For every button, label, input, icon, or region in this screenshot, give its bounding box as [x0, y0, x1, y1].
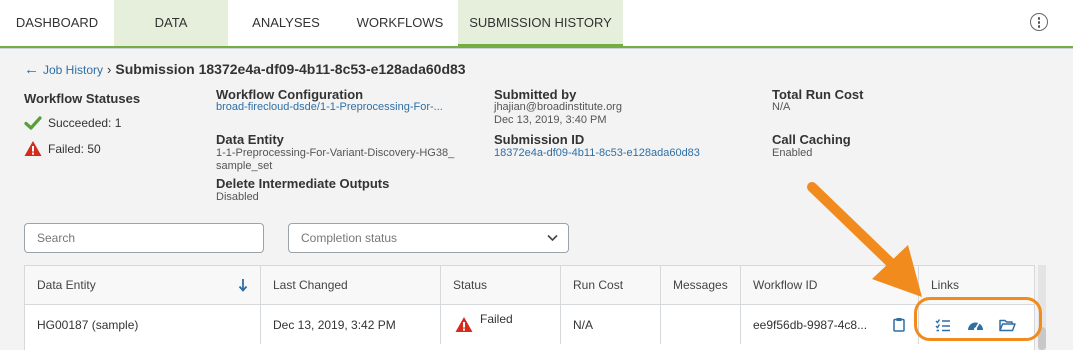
header-run-cost[interactable]: Run Cost [561, 266, 661, 304]
tab-submission-history[interactable]: SUBMISSION HISTORY [458, 0, 623, 48]
header-data-entity-label: Data Entity [37, 278, 96, 292]
warning-icon [455, 317, 473, 332]
top-nav: DASHBOARD DATA ANALYSES WORKFLOWS SUBMIS… [0, 0, 1073, 49]
cell-last-changed: Dec 13, 2019, 3:42 PM [261, 304, 441, 344]
header-status[interactable]: Status [441, 266, 561, 304]
cell-status-text: Failed [480, 312, 513, 326]
workflow-configuration-label: Workflow Configuration [216, 87, 364, 102]
warning-icon [24, 141, 42, 156]
total-cost-value: N/A [772, 101, 791, 113]
cell-workflow-id-text: ee9f56db-9987-4c8... [753, 318, 868, 332]
chevron-down-icon [547, 234, 558, 242]
check-icon [24, 116, 42, 130]
job-history-link[interactable]: Job History [43, 63, 103, 77]
cell-data-entity: HG00187 (sample) [25, 304, 261, 344]
clipboard-icon[interactable] [893, 317, 905, 332]
succeeded-count: Succeeded: 1 [48, 116, 122, 130]
cell-status: Failed [441, 304, 561, 344]
tab-analyses[interactable]: ANALYSES [229, 0, 343, 46]
cell-run-cost: N/A [561, 304, 661, 344]
submission-id-link[interactable]: 18372e4a-df09-4b11-8c53-e128ada60d83 [494, 147, 700, 159]
page-title: Submission 18372e4a-df09-4b11-8c53-e128a… [115, 61, 466, 77]
header-data-entity[interactable]: Data Entity [25, 266, 261, 304]
header-last-changed[interactable]: Last Changed [261, 266, 441, 304]
submitted-by-email: jhajian@broadinstitute.org [494, 101, 622, 113]
total-cost-label: Total Run Cost [772, 87, 864, 102]
call-caching-label: Call Caching [772, 132, 851, 147]
header-messages[interactable]: Messages [661, 266, 741, 304]
search-input[interactable]: Search [24, 223, 264, 253]
cell-workflow-id: ee9f56db-9987-4c8... [741, 304, 919, 344]
submitted-by-date: Dec 13, 2019, 3:40 PM [494, 114, 607, 126]
completion-status-placeholder: Completion status [301, 231, 398, 245]
cell-messages [661, 304, 741, 344]
sort-arrow-down-icon[interactable] [238, 278, 248, 292]
completion-status-select[interactable]: Completion status [288, 223, 569, 253]
data-entity-label: Data Entity [216, 132, 284, 147]
delete-outputs-value: Disabled [216, 191, 259, 203]
tab-data[interactable]: DATA [114, 0, 228, 46]
workflow-statuses-heading: Workflow Statuses [24, 91, 141, 106]
tab-dashboard[interactable]: DASHBOARD [4, 0, 110, 46]
submitted-by-label: Submitted by [494, 87, 577, 102]
workflow-configuration-link[interactable]: broad-firecloud-dsde/1-1-Preprocessing-F… [216, 101, 443, 113]
data-entity-value-type: sample_set [216, 160, 273, 172]
delete-outputs-label: Delete Intermediate Outputs [216, 176, 390, 191]
data-entity-value: 1-1-Preprocessing-For-Variant-Discovery-… [216, 147, 455, 159]
failed-count: Failed: 50 [48, 141, 101, 156]
nav-underline [0, 46, 1073, 48]
tab-workflows[interactable]: WORKFLOWS [343, 0, 457, 46]
submission-id-label: Submission ID [494, 132, 585, 147]
breadcrumb: ← Job History › Submission 18372e4a-df09-4b… [24, 61, 466, 78]
more-vertical-icon[interactable] [1030, 13, 1048, 31]
arrow-left-icon[interactable]: ← [24, 61, 39, 78]
call-caching-value: Enabled [772, 147, 813, 159]
succeeded-status: Succeeded: 1 [24, 115, 121, 131]
failed-status: Failed: 50 [24, 140, 101, 157]
breadcrumb-separator: › [107, 62, 112, 77]
annotation-arrow-icon [807, 182, 922, 297]
